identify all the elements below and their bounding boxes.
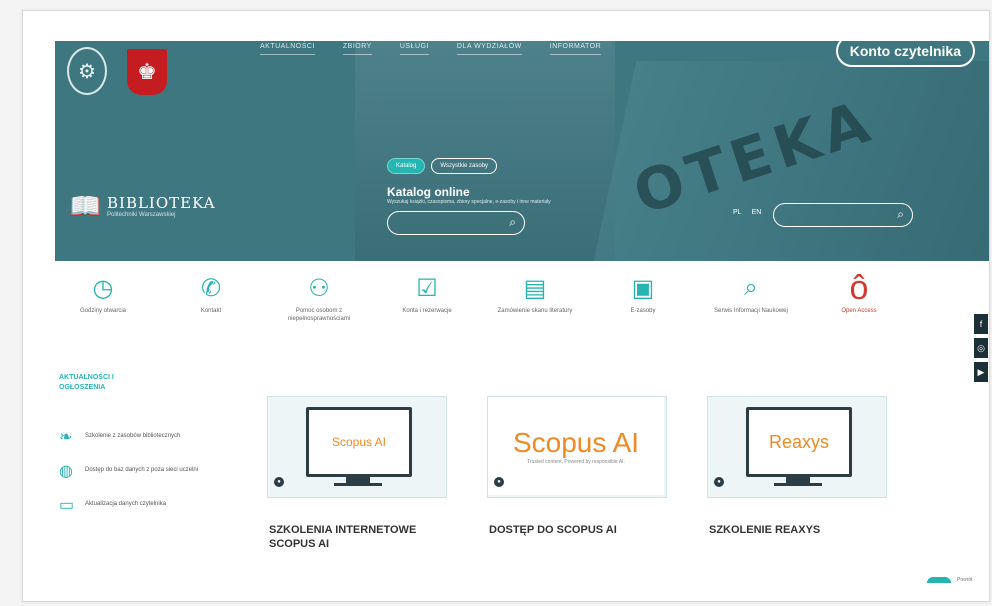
nav-dla-wydzialow[interactable]: DLA WYDZIAŁÓW	[456, 43, 522, 55]
tile-serwis[interactable]: ⌕ Serwis Informacji Naukowej	[697, 269, 805, 349]
nav-zbiory[interactable]: ZBIORY	[342, 43, 372, 55]
logo-title: BIBLIOTEKA	[107, 194, 216, 212]
facebook-icon[interactable]: f	[973, 313, 989, 335]
konto-czytelnika-button[interactable]: Konto czytelnika	[835, 41, 975, 67]
tile-godziny-otwarcia[interactable]: ◷ Godziny otwarcia	[49, 269, 157, 349]
card-title[interactable]: SZKOLENIE REAXYS	[709, 523, 889, 537]
tile-e-zasoby[interactable]: ▣ E-zasoby	[589, 269, 697, 349]
tile-kontakt[interactable]: ✆ Kontakt	[157, 269, 265, 349]
news-card-scopus-training[interactable]: Scopus AI ●	[267, 396, 447, 498]
tab-katalog[interactable]: Katalog	[387, 158, 426, 174]
language-switch: PL EN	[733, 209, 761, 216]
check-icon: ☑	[416, 274, 438, 302]
top-nav: AKTUALNOŚCI ZBIORY USŁUGI DLA WYDZIAŁÓW …	[260, 43, 602, 55]
card-title[interactable]: DOSTĘP DO SCOPUS AI	[489, 523, 669, 537]
tab-wszystkie-zasoby[interactable]: Wszystkie zasoby	[431, 158, 498, 174]
tile-konta[interactable]: ☑ Konta i rezerwacje	[373, 269, 481, 349]
clock-icon: ◷	[92, 274, 114, 302]
site-search-input[interactable]: ⌕	[773, 203, 913, 227]
news-card-scopus-access[interactable]: Scopus AI Trusted content. Powered by re…	[487, 396, 667, 498]
page: OTEKA ⚙ ♚ AKTUALNOŚCI ZBIORY USŁUGI DLA …	[22, 10, 990, 602]
news-item[interactable]: ◍ Dostęp do baz danych z poza sieci ucze…	[59, 461, 205, 481]
monitor-base	[774, 483, 822, 486]
lang-en[interactable]: EN	[752, 209, 762, 216]
news-heading[interactable]: AKTUALNOŚCI I OGŁOSZENIA	[59, 373, 159, 393]
tile-label: E-zasoby	[630, 308, 656, 314]
open-access-icon: ô	[849, 268, 869, 307]
tile-label: Zamówienie skanu literatury	[497, 308, 573, 314]
people-icon: ⚇	[308, 274, 330, 302]
catalog-search-input[interactable]: ⌕	[387, 211, 525, 235]
logo-subtitle: Politechniki Warszawskiej	[107, 212, 176, 218]
monitor-base	[334, 483, 382, 486]
tile-open-access[interactable]: ô Open Access	[805, 269, 913, 349]
lang-pl[interactable]: PL	[733, 209, 742, 216]
nav-aktualnosci[interactable]: AKTUALNOŚCI	[260, 43, 315, 55]
search-doc-icon: ⌕	[744, 274, 758, 301]
katalog-subtitle: Wyszukaj książki, czasopisma, zbiory spe…	[387, 199, 551, 205]
university-emblem-icon[interactable]: ⚙	[67, 47, 107, 95]
card-brand-sub: Trusted content. Powered by responsible …	[527, 459, 625, 465]
document-icon: ▤	[523, 274, 547, 302]
eagle-emblem-icon: ♚	[127, 49, 167, 95]
quick-links: ◷ Godziny otwarcia ✆ Kontakt ⚇ Pomoc oso…	[49, 269, 913, 349]
nav-uslugi[interactable]: USŁUGI	[399, 43, 429, 55]
tile-label: Kontakt	[200, 308, 222, 314]
card-brand: Scopus AI	[512, 427, 640, 458]
tile-label: Godziny otwarcia	[79, 308, 127, 314]
news-item[interactable]: ▭ Aktualizacja danych czytelnika	[59, 495, 205, 515]
card-icon: ▭	[59, 497, 75, 514]
back-to-top[interactable]: Powrót	[927, 577, 973, 583]
tile-label: Open Access	[841, 308, 877, 314]
phone-icon: ✆	[200, 274, 222, 302]
tile-zamowienie[interactable]: ▤ Zamówienie skanu literatury	[481, 269, 589, 349]
monitor-image: Scopus AI	[306, 407, 412, 477]
news-card-reaxys[interactable]: Reaxys ●	[707, 396, 887, 498]
hero-banner: OTEKA ⚙ ♚ AKTUALNOŚCI ZBIORY USŁUGI DLA …	[55, 41, 989, 261]
tile-label: Serwis Informacji Naukowej	[714, 308, 788, 314]
card-image: Scopus AI Trusted content. Powered by re…	[488, 397, 664, 495]
card-badge-icon: ●	[714, 477, 724, 487]
search-icon[interactable]: ⌕	[509, 215, 516, 230]
card-badge-icon: ●	[494, 477, 504, 487]
globe-icon: ◍	[59, 463, 73, 480]
book-logo-icon: 📖	[69, 191, 102, 221]
card-brand: Scopus AI	[331, 435, 387, 449]
katalog-title: Katalog online	[387, 185, 470, 199]
monitor-image: Reaxys	[746, 407, 852, 477]
tile-label: Konta i rezerwacje	[402, 308, 452, 314]
search-scope-tabs: Katalog Wszystkie zasoby	[387, 158, 498, 174]
leaf-icon: ❧	[59, 429, 73, 446]
news-item[interactable]: ❧ Szkolenie z zasobów bibliotecznych	[59, 427, 205, 447]
wave-icon	[927, 577, 951, 583]
card-title[interactable]: SZKOLENIA INTERNETOWE SCOPUS AI	[269, 523, 439, 552]
card-badge-icon: ●	[274, 477, 284, 487]
instagram-icon[interactable]: ◎	[973, 337, 989, 359]
book-icon: ▣	[631, 274, 655, 302]
tile-pomoc[interactable]: ⚇ Pomoc osobom z niepełnosprawnościami	[265, 269, 373, 349]
youtube-icon[interactable]: ▶	[973, 361, 989, 383]
tile-label: Pomoc osobom z niepełnosprawnościami	[287, 308, 351, 323]
search-icon[interactable]: ⌕	[897, 207, 904, 222]
nav-informator[interactable]: INFORMATOR	[549, 43, 602, 55]
library-logo[interactable]: 📖 BIBLIOTEKA Politechniki Warszawskiej	[69, 189, 216, 223]
card-brand: Reaxys	[768, 431, 830, 452]
